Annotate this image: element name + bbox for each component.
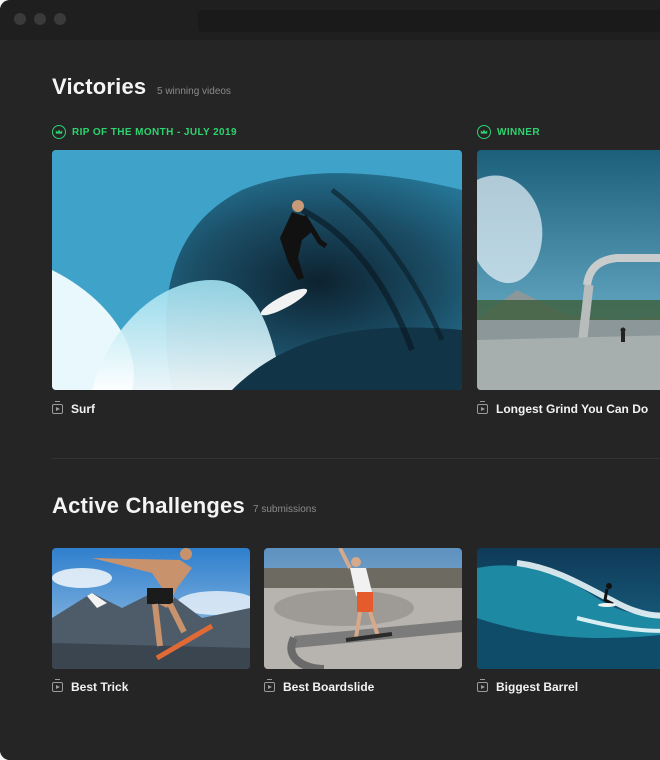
video-icon [52, 679, 63, 692]
victories-title: Victories [52, 74, 147, 99]
video-icon [477, 679, 488, 692]
winner-badge: WINNER [477, 125, 540, 139]
address-bar[interactable] [198, 10, 660, 32]
video-icon [52, 401, 63, 414]
caption-text: Best Boardslide [283, 680, 375, 694]
best-trick-video-thumbnail[interactable] [52, 548, 250, 669]
best-boardslide-video-thumbnail[interactable] [264, 548, 462, 669]
best-trick-caption[interactable]: Best Trick [52, 679, 129, 694]
rip-of-month-badge: RIP OF THE MONTH - JULY 2019 [52, 125, 237, 139]
challenges-count: 7 submissions [253, 504, 317, 515]
challenges-title: Active Challenges [52, 493, 245, 518]
best-boardslide-caption[interactable]: Best Boardslide [264, 679, 375, 694]
surf-video-thumbnail[interactable] [52, 150, 462, 390]
surf-caption[interactable]: Surf [52, 401, 95, 416]
biggest-barrel-video-thumbnail[interactable] [477, 548, 660, 669]
badge-label: RIP OF THE MONTH - JULY 2019 [72, 126, 237, 138]
video-icon [264, 679, 275, 692]
biggest-barrel-caption[interactable]: Biggest Barrel [477, 679, 579, 694]
title-bar [0, 0, 660, 40]
close-window-button[interactable] [14, 13, 26, 25]
crown-icon [52, 125, 66, 139]
minimize-window-button[interactable] [34, 13, 46, 25]
longest-grind-video-thumbnail[interactable] [477, 150, 660, 390]
victories-count: 5 winning videos [157, 86, 231, 97]
badge-label: WINNER [497, 126, 540, 138]
app-window: Victories 5 winning videos RIP OF THE MO… [0, 0, 660, 760]
caption-text: Best Trick [71, 680, 129, 694]
longest-grind-caption[interactable]: Longest Grind You Can Do [477, 401, 649, 416]
section-divider [52, 458, 660, 459]
caption-text: Longest Grind You Can Do [496, 402, 649, 416]
zoom-window-button[interactable] [54, 13, 66, 25]
main-content: Victories 5 winning videos RIP OF THE MO… [0, 40, 660, 760]
video-icon [477, 401, 488, 414]
caption-text: Surf [71, 402, 95, 416]
caption-text: Biggest Barrel [496, 680, 579, 694]
crown-icon [477, 125, 491, 139]
